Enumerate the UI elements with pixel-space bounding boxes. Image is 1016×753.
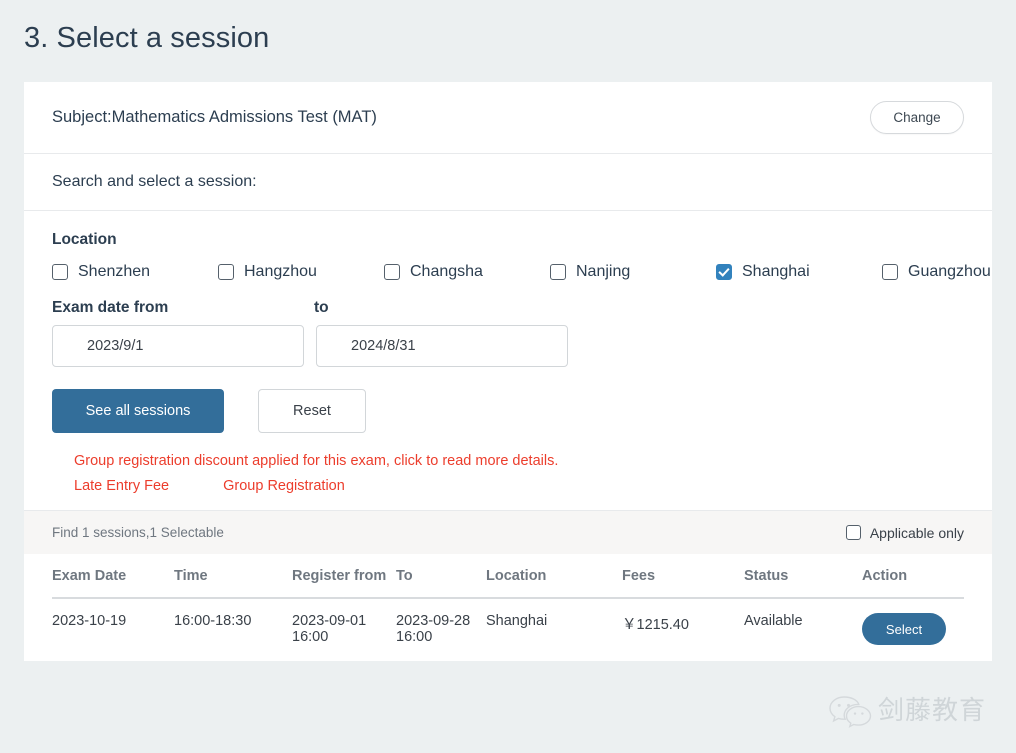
location-label: Shenzhen (78, 263, 151, 280)
search-prompt-label: Search and select a session: (52, 173, 257, 190)
discount-notice[interactable]: Group registration discount applied for … (74, 453, 964, 469)
page-title: 3. Select a session (24, 22, 270, 54)
date-label-row: Exam date from to (52, 299, 964, 317)
column-header-action: Action (862, 554, 964, 599)
location-option-hangzhou[interactable]: Hangzhou (218, 263, 384, 281)
session-selection-card: Subject:Mathematics Admissions Test (MAT… (24, 82, 992, 661)
select-session-button[interactable]: Select (862, 613, 946, 645)
location-label: Shanghai (742, 263, 810, 280)
late-entry-fee-link[interactable]: Late Entry Fee (74, 478, 169, 494)
location-option-nanjing[interactable]: Nanjing (550, 263, 716, 281)
notice-link-row: Late Entry Fee Group Registration (74, 478, 964, 494)
cell-action: Select (862, 598, 964, 661)
column-header-location: Location (486, 554, 622, 599)
cell-time: 16:00-18:30 (174, 613, 252, 629)
checkbox-changsha[interactable] (384, 264, 400, 280)
cell-to: 2023-09-28 16:00 (396, 613, 471, 645)
results-count-label: Find 1 sessions,1 Selectable (52, 525, 224, 540)
table-row: 2023-10-19 16:00-18:30 2023-09-01 16:00 … (52, 598, 964, 661)
checkbox-guangzhou[interactable] (882, 264, 898, 280)
location-label: Hangzhou (244, 263, 317, 280)
column-header-to: To (396, 554, 486, 599)
sessions-table: Exam Date Time Register from To Location… (52, 554, 964, 661)
cell-location: Shanghai (486, 613, 548, 629)
location-label: Changsha (410, 263, 483, 280)
applicable-only-label: Applicable only (869, 524, 964, 541)
cell-exam-date: 2023-10-19 (52, 613, 127, 629)
checkbox-nanjing[interactable] (550, 264, 566, 280)
search-prompt-row: Search and select a session: (24, 154, 992, 210)
date-input-row (52, 325, 964, 367)
column-header-status: Status (744, 554, 862, 599)
location-checkbox-row: Shenzhen Hangzhou Changsha Nanjing Shang… (52, 263, 991, 281)
filter-action-row: See all sessions Reset (52, 389, 964, 433)
location-label: Guangzhou (908, 263, 991, 280)
location-heading: Location (52, 231, 117, 248)
column-header-time: Time (174, 554, 292, 599)
exam-date-to-label: to (314, 299, 329, 316)
checkbox-applicable-only[interactable] (845, 525, 861, 540)
status-badge: Available (744, 613, 803, 629)
column-header-exam-date: Exam Date (52, 554, 174, 599)
sessions-table-wrapper: Exam Date Time Register from To Location… (24, 554, 992, 661)
results-summary-bar: Find 1 sessions,1 Selectable Applicable … (24, 510, 992, 554)
watermark-text: 剑藤教育 (878, 696, 987, 726)
subject-row: Subject:Mathematics Admissions Test (MAT… (24, 82, 992, 153)
column-header-register-from: Register from (292, 554, 396, 599)
location-option-shanghai[interactable]: Shanghai (716, 263, 882, 281)
cell-fees: ￥1215.40 (622, 617, 689, 633)
exam-date-to-input[interactable] (316, 325, 568, 367)
subject-label: Subject:Mathematics Admissions Test (MAT… (52, 108, 377, 126)
change-subject-button[interactable]: Change (870, 101, 964, 134)
cell-register-from: 2023-09-01 16:00 (292, 613, 367, 645)
table-header-row: Exam Date Time Register from To Location… (52, 554, 964, 599)
applicable-only-option[interactable]: Applicable only (845, 524, 964, 541)
location-option-guangzhou[interactable]: Guangzhou (882, 263, 991, 281)
exam-date-from-input[interactable] (52, 325, 304, 367)
filter-block: Location Shenzhen Hangzhou Changsha Nanj… (24, 211, 992, 510)
exam-date-from-label: Exam date from (52, 299, 169, 316)
group-registration-link[interactable]: Group Registration (223, 478, 345, 494)
reset-button[interactable]: Reset (258, 389, 366, 433)
location-option-shenzhen[interactable]: Shenzhen (52, 263, 218, 281)
checkbox-shenzhen[interactable] (52, 264, 68, 280)
column-header-fees: Fees (622, 554, 744, 599)
location-label: Nanjing (576, 263, 631, 280)
wechat-icon (829, 696, 872, 728)
watermark: 剑藤教育 (828, 694, 986, 728)
location-option-changsha[interactable]: Changsha (384, 263, 550, 281)
checkbox-shanghai[interactable] (716, 264, 732, 280)
see-all-sessions-button[interactable]: See all sessions (52, 389, 224, 433)
checkbox-hangzhou[interactable] (218, 264, 234, 280)
